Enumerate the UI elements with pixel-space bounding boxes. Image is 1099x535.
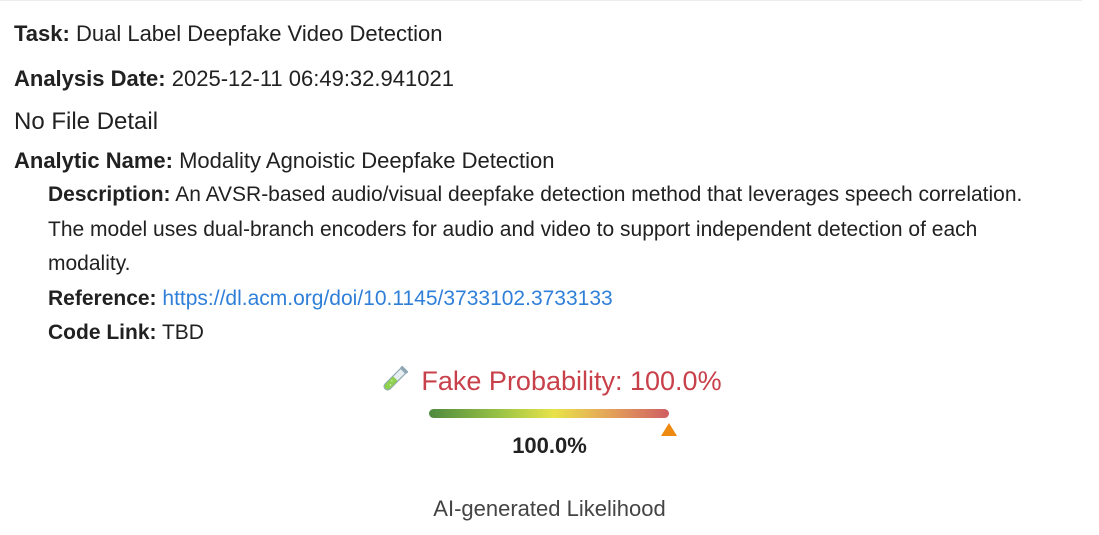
- gauge-value-text: 100.0%: [512, 433, 587, 458]
- likelihood-caption: AI-generated Likelihood: [433, 496, 666, 521]
- fake-probability-heading: Fake Probability: 100.0%: [0, 364, 1099, 400]
- analysis-date-label: Analysis Date:: [14, 66, 166, 91]
- description-text: An AVSR-based audio/visual deepfake dete…: [48, 183, 1023, 275]
- task-value: Dual Label Deepfake Video Detection: [75, 21, 443, 46]
- task-label: Task:: [14, 21, 70, 46]
- analytic-name-line: Analytic Name: Modality Agnoistic Deepfa…: [14, 147, 555, 175]
- reference-row: Reference: https://dl.acm.org/doi/10.114…: [48, 282, 1038, 317]
- test-tube-icon: [377, 363, 411, 397]
- analysis-date-value: 2025-12-11 06:49:32.941021: [171, 66, 454, 91]
- reference-label: Reference:: [48, 286, 157, 310]
- file-detail-heading: No File Detail: [14, 108, 159, 135]
- top-divider: [0, 0, 1082, 1]
- analytic-name-value: Modality Agnoistic Deepfake Detection: [179, 148, 555, 173]
- description-row: Description: An AVSR-based audio/visual …: [48, 178, 1038, 282]
- analytic-name-label: Analytic Name:: [14, 148, 173, 173]
- analytic-details: Description: An AVSR-based audio/visual …: [48, 178, 1038, 351]
- fake-probability-text: Fake Probability: 100.0%: [421, 366, 722, 396]
- code-link-value: TBD: [161, 321, 204, 344]
- analysis-date-line: Analysis Date: 2025-12-11 06:49:32.94102…: [14, 65, 454, 93]
- probability-gauge-bar: [429, 409, 669, 418]
- code-link-label: Code Link:: [48, 321, 157, 344]
- reference-link[interactable]: https://dl.acm.org/doi/10.1145/3733102.3…: [162, 287, 612, 310]
- description-label: Description:: [48, 183, 171, 206]
- task-line: Task: Dual Label Deepfake Video Detectio…: [14, 20, 442, 48]
- code-link-row: Code Link: TBD: [48, 316, 1038, 351]
